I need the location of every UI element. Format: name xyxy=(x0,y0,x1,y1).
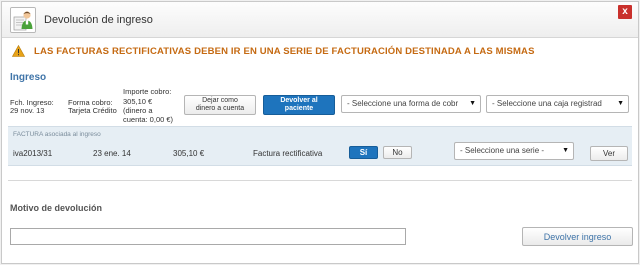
importe-line: Importe cobro: xyxy=(123,87,172,96)
close-icon: x xyxy=(622,6,628,17)
user-document-icon xyxy=(10,7,36,33)
devolver-ingreso-button[interactable]: Devolver ingreso xyxy=(522,227,633,246)
forma-cobro-select[interactable]: - Seleccione una forma de cobr ▼ xyxy=(341,95,481,113)
button-label: Sí xyxy=(359,147,368,157)
warning-text: LAS FACTURAS RECTIFICATIVAS DEBEN IR EN … xyxy=(34,46,535,57)
factura-header: FACTURA asociada al ingreso xyxy=(13,131,101,138)
chevron-down-icon: ▼ xyxy=(560,143,569,159)
chevron-down-icon: ▼ xyxy=(615,96,624,112)
factura-panel: FACTURA asociada al ingreso iva2013/31 2… xyxy=(8,126,632,166)
return-income-dialog: Devolución de ingreso x LAS FACTURAS REC… xyxy=(1,1,639,264)
select-value: - Seleccione una forma de cobr xyxy=(347,99,459,108)
close-button[interactable]: x xyxy=(618,5,632,19)
dialog-titlebar: Devolución de ingreso x xyxy=(2,2,638,38)
factura-numero: iva2013/31 xyxy=(13,149,53,158)
rectificativa-no-button[interactable]: No xyxy=(383,146,412,159)
select-value: - Seleccione una caja registrad xyxy=(492,99,602,108)
ingreso-section-title: Ingreso xyxy=(10,72,47,83)
button-label: No xyxy=(392,147,403,157)
importe-line: 305,10 € xyxy=(123,97,153,106)
devolver-paciente-button[interactable]: Devolver al paciente xyxy=(263,95,335,115)
button-label: Dejar como xyxy=(202,97,238,104)
caja-registradora-select[interactable]: - Seleccione una caja registrad ▼ xyxy=(486,95,629,113)
button-label: Devolver al xyxy=(280,97,318,104)
forma-cobro-value: Tarjeta Crédito xyxy=(68,106,117,115)
importe-line: (dinero a xyxy=(123,106,153,115)
fecha-ingreso-value: 29 nov. 13 xyxy=(10,106,45,115)
factura-tipo: Factura rectificativa xyxy=(253,149,323,158)
button-label: Devolver ingreso xyxy=(543,231,612,242)
factura-fecha: 23 ene. 14 xyxy=(93,149,131,158)
ver-factura-button[interactable]: Ver xyxy=(590,146,628,161)
warning-banner: LAS FACTURAS RECTIFICATIVAS DEBEN IR EN … xyxy=(12,45,612,59)
factura-importe: 305,10 € xyxy=(173,149,205,158)
chevron-down-icon: ▼ xyxy=(467,96,476,112)
divider xyxy=(8,180,632,181)
dialog-title: Devolución de ingreso xyxy=(44,14,153,26)
warning-triangle-icon xyxy=(12,45,25,57)
importe-line: cuenta: 0,00 €) xyxy=(123,115,174,124)
motivo-devolucion-label: Motivo de devolución xyxy=(10,203,103,213)
select-value: - Seleccione una serie - xyxy=(460,146,545,155)
button-label: paciente xyxy=(284,105,314,112)
serie-select[interactable]: - Seleccione una serie - ▼ xyxy=(454,142,574,160)
button-label: dinero a cuenta xyxy=(195,105,245,112)
rectificativa-si-button[interactable]: Sí xyxy=(349,146,378,159)
dejar-dinero-cuenta-button[interactable]: Dejar como dinero a cuenta xyxy=(184,95,256,115)
motivo-devolucion-input[interactable] xyxy=(10,228,406,245)
button-label: Ver xyxy=(602,148,615,158)
